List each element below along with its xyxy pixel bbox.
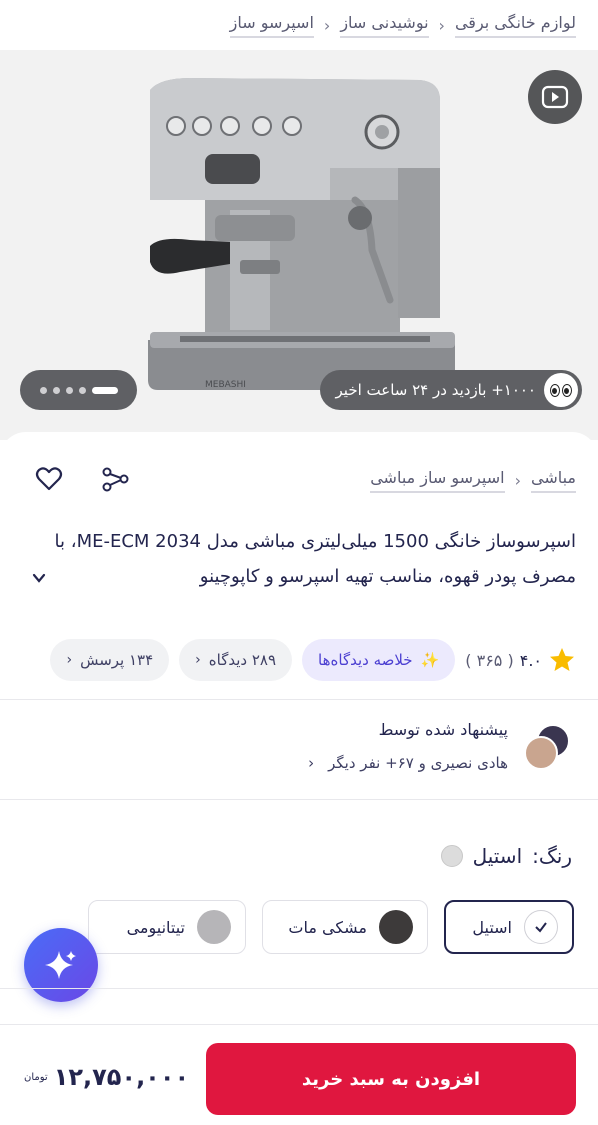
pagination-dot-active[interactable]	[91, 386, 118, 394]
product-title: اسپرسوساز خانگی 1500 میلی‌لیتری مباشی مد…	[54, 531, 576, 587]
currency: تومان	[24, 1071, 48, 1083]
breadcrumb: لوازم خانگی برقی ‹ نوشیدنی ساز ‹ اسپرسو …	[0, 0, 598, 50]
selected-color-swatch	[440, 845, 463, 867]
avatar	[524, 736, 558, 770]
chevron-left-icon: ‹	[323, 15, 331, 35]
color-option-label: استیل	[472, 917, 512, 937]
chevron-left-icon: ‹	[514, 471, 521, 490]
add-to-cart-button[interactable]: افزودن به سبد خرید	[206, 1043, 576, 1115]
recommender-names: هادی نصیری و ۶۷+ نفر دیگر	[328, 754, 508, 772]
price-value: ۱۲,۷۵۰,۰۰۰	[53, 1063, 190, 1091]
play-icon	[541, 85, 569, 109]
brand-link[interactable]: مباشی	[530, 468, 576, 493]
recommended-by[interactable]: پیشنهاد شده توسط هادی نصیری و ۶۷+ نفر دی…	[0, 700, 598, 800]
divider	[0, 988, 598, 989]
color-label: رنگ:	[532, 844, 572, 868]
check-icon	[524, 910, 558, 944]
heart-icon[interactable]	[34, 464, 64, 494]
rating-value: ۴.۰	[519, 650, 542, 670]
questions-chip[interactable]: ۱۳۴ پرسش ‹	[50, 639, 170, 681]
product-info: مباشی ‹ اسپرسو ساز مباشی اسپرسوساز خانگی…	[0, 432, 598, 702]
ai-assistant-button[interactable]	[24, 928, 98, 1002]
eyes-icon	[544, 373, 578, 407]
product-meta-chips: ۴.۰ ( ۳۶۵ ) ✨ خلاصه دیدگاه‌ها ۲۸۹ دیدگاه…	[0, 638, 598, 682]
color-option-matte-black[interactable]: مشکی مات	[262, 900, 428, 954]
color-option-titanium[interactable]: تیتانیومی	[88, 900, 246, 954]
share-icon[interactable]	[100, 464, 130, 494]
pagination-dot[interactable]	[78, 386, 86, 394]
video-button[interactable]	[528, 70, 582, 124]
bottom-bar: افزودن به سبد خرید تومان ۱۲,۷۵۰,۰۰۰	[0, 1024, 598, 1125]
chevron-left-icon: ‹	[438, 15, 445, 35]
sparkle-icon	[45, 951, 76, 979]
chevron-left-icon: ‹	[66, 652, 73, 668]
pagination-dot[interactable]	[39, 386, 47, 394]
reviews-chip[interactable]: ۲۸۹ دیدگاه ‹	[179, 639, 293, 681]
sparkle-icon: ✨	[420, 651, 440, 669]
ai-summary-label: خلاصه دیدگاه‌ها	[318, 651, 413, 669]
color-option-label: مشکی مات	[288, 917, 367, 937]
color-option-steel[interactable]: استیل	[444, 900, 574, 954]
pagination-dot[interactable]	[52, 386, 60, 394]
color-option-label: تیتانیومی	[126, 917, 185, 937]
color-swatch	[379, 910, 413, 944]
breadcrumb-item-appliances[interactable]: لوازم خانگی برقی	[454, 13, 576, 38]
rating: ۴.۰ ( ۳۶۵ )	[465, 646, 576, 674]
brand-category-link[interactable]: اسپرسو ساز مباشی	[370, 468, 505, 493]
recommended-title: پیشنهاد شده توسط	[378, 720, 508, 739]
visits-badge: ۱۰۰۰+ بازدید در ۲۴ ساعت اخیر	[319, 370, 582, 410]
selected-color: استیل	[472, 844, 523, 868]
product-gallery[interactable]: MEBASHI ۱۰۰۰+ بازدید در ۲۴ ساعت اخیر	[0, 50, 598, 440]
price: تومان ۱۲,۷۵۰,۰۰۰	[24, 1063, 189, 1091]
chevron-down-icon[interactable]	[30, 569, 48, 587]
chevron-left-icon: ‹	[195, 652, 201, 668]
color-swatch	[197, 910, 231, 944]
visits-text: ۱۰۰۰+ بازدید در ۲۴ ساعت اخیر	[335, 381, 536, 399]
chevron-left-icon: ‹	[308, 754, 315, 772]
breadcrumb-item-espresso[interactable]: اسپرسو ساز	[229, 13, 314, 38]
brand-breadcrumb: مباشی ‹ اسپرسو ساز مباشی	[370, 468, 576, 493]
pagination-dot[interactable]	[65, 386, 73, 394]
breadcrumb-item-beverage-makers[interactable]: نوشیدنی ساز	[340, 13, 429, 38]
gallery-pagination	[20, 370, 137, 410]
reviews-label: ۲۸۹ دیدگاه	[208, 651, 277, 669]
star-icon	[550, 648, 574, 671]
svg-text:MEBASHI: MEBASHI	[205, 380, 246, 390]
ai-summary-chip[interactable]: ✨ خلاصه دیدگاه‌ها	[302, 639, 456, 681]
rating-count: ( ۳۶۵ )	[465, 650, 514, 670]
questions-label: ۱۳۴ پرسش	[80, 651, 154, 669]
recommender-avatars	[524, 724, 570, 770]
